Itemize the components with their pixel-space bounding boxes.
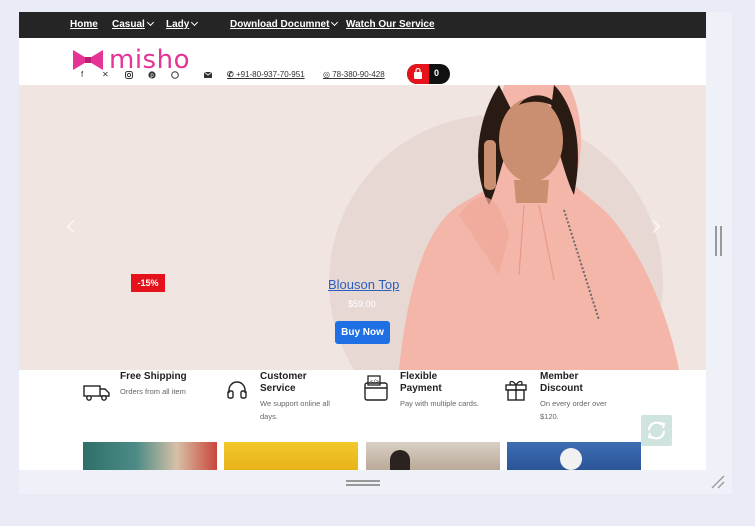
nav-watch-service[interactable]: Watch Our Service: [346, 19, 435, 30]
cart-icon-area: [407, 64, 429, 84]
feature-desc-service: We support online all days.: [260, 399, 330, 421]
phone-contact[interactable]: ✆ +91-80-937-70-951: [227, 70, 305, 79]
nav-lady[interactable]: Lady: [166, 18, 199, 30]
bow-logo-icon: [73, 50, 103, 70]
product-title-link[interactable]: Blouson Top: [328, 277, 399, 292]
resize-grip-icon[interactable]: [710, 474, 726, 490]
chevron-down-icon: [331, 18, 339, 27]
pinterest-icon[interactable]: p: [148, 71, 156, 79]
hero-model-image: [399, 85, 679, 370]
nav-casual[interactable]: Casual: [112, 18, 154, 30]
whatsapp-icon[interactable]: [171, 71, 179, 79]
discount-badge: -15%: [131, 274, 165, 292]
top-navigation: Home Casual Lady Download Documnet Watch…: [19, 12, 706, 38]
recaptcha-widget[interactable]: [641, 415, 672, 446]
feature-title-discount: Member Discount: [540, 371, 583, 394]
recaptcha-icon: [647, 421, 666, 440]
hero-slider: -15% Blouson Top $59.00 Buy Now: [19, 85, 706, 370]
feature-desc-shipping: Orders from all item: [120, 387, 186, 396]
product-thumbnail[interactable]: [83, 442, 217, 470]
svg-text:</>: </>: [370, 379, 379, 385]
x-icon[interactable]: ✕: [102, 70, 109, 79]
nav-home[interactable]: Home: [70, 19, 98, 30]
shopping-bag-icon: [414, 67, 422, 79]
feature-desc-payment: Pay with multiple cards.: [400, 399, 479, 408]
chevron-down-icon: [146, 18, 154, 27]
feature-desc-discount: On every order over $120.: [540, 399, 607, 421]
whatsapp-small-icon: ◎: [323, 70, 333, 79]
product-price: $59.00: [348, 299, 376, 309]
gift-icon: [505, 380, 527, 401]
phone-icon: ✆: [227, 70, 236, 79]
wallet-icon: </>: [364, 375, 388, 401]
feature-title-payment: Flexible Payment: [400, 371, 442, 394]
product-thumbnail[interactable]: [366, 442, 500, 470]
slider-prev-arrow[interactable]: [67, 220, 80, 233]
web-page: Home Casual Lady Download Documnet Watch…: [19, 12, 706, 470]
nav-download-document[interactable]: Download Documnet: [230, 18, 339, 30]
vertical-scrollbar-handle[interactable]: [715, 226, 722, 256]
product-thumbnail[interactable]: [507, 442, 641, 470]
thumbnail-figure: [390, 450, 410, 470]
browser-viewport: Home Casual Lady Download Documnet Watch…: [19, 12, 732, 494]
instagram-icon[interactable]: [125, 71, 133, 79]
headphones-icon: [227, 381, 247, 399]
chevron-down-icon: [191, 18, 199, 27]
feature-title-shipping: Free Shipping: [120, 371, 187, 382]
thumbnail-figure: [560, 448, 582, 470]
horizontal-scrollbar-handle[interactable]: [346, 480, 380, 486]
cart-button[interactable]: 0: [407, 64, 450, 84]
whatsapp-contact[interactable]: ◎ 78-380-90-428: [323, 70, 385, 79]
facebook-icon[interactable]: f: [81, 70, 83, 79]
feature-title-service: Customer Service: [260, 371, 307, 394]
truck-icon: [83, 385, 110, 401]
product-thumbnail[interactable]: [224, 442, 358, 470]
buy-now-button[interactable]: Buy Now: [335, 321, 390, 344]
cart-count: 0: [434, 68, 440, 78]
envelope-icon[interactable]: [204, 72, 212, 78]
